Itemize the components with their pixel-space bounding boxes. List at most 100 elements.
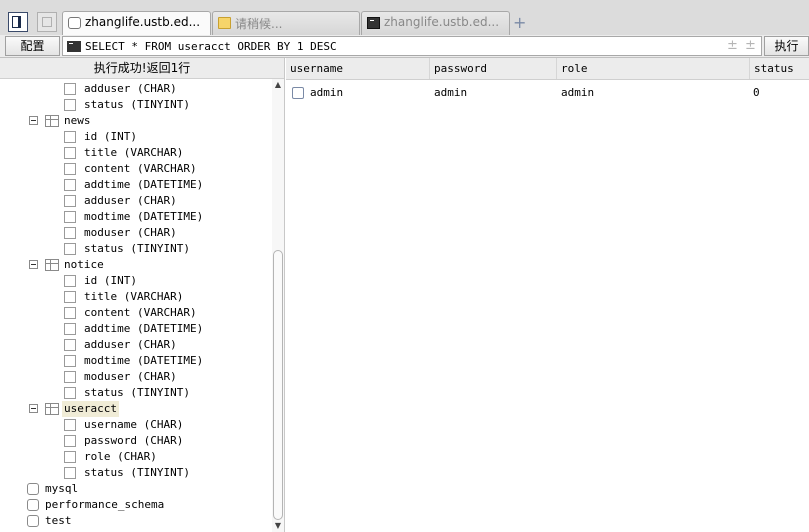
column-label: status (TINYINT) [84, 466, 190, 479]
tab-label: 请稍候... [235, 17, 283, 31]
config-button[interactable]: 配置 [5, 36, 60, 56]
column-icon [64, 243, 76, 255]
column-item[interactable]: adduser (CHAR) [0, 81, 272, 97]
cell-username[interactable]: admin [310, 84, 343, 102]
sql-input[interactable] [85, 37, 705, 55]
column-item[interactable]: addtime (DATETIME) [0, 321, 272, 337]
column-item[interactable]: status (TINYINT) [0, 465, 272, 481]
scroll-up-icon[interactable]: ▲ [272, 79, 284, 91]
database-label: test [45, 514, 72, 527]
column-label: status (TINYINT) [84, 98, 190, 111]
column-icon [64, 147, 76, 159]
panel-toggle-button[interactable] [8, 12, 28, 32]
column-icon [64, 419, 76, 431]
table-icon [45, 115, 59, 127]
column-item[interactable]: addtime (DATETIME) [0, 177, 272, 193]
database-icon [27, 515, 39, 527]
column-item[interactable]: adduser (CHAR) [0, 337, 272, 353]
row-icon [292, 87, 304, 99]
column-item[interactable]: title (VARCHAR) [0, 289, 272, 305]
column-item[interactable]: status (TINYINT) [0, 385, 272, 401]
column-icon [64, 99, 76, 111]
column-icon [64, 195, 76, 207]
tab-db-connection[interactable]: zhanglife.ustb.ed... [62, 11, 211, 36]
column-label: status (TINYINT) [84, 386, 190, 399]
table-icon [45, 403, 59, 415]
column-label: moduser (CHAR) [84, 370, 177, 383]
tree-database-performance-schema[interactable]: performance_schema [0, 497, 272, 513]
add-tab-icon[interactable]: + [513, 13, 526, 32]
column-item[interactable]: moduser (CHAR) [0, 225, 272, 241]
column-icon [64, 291, 76, 303]
column-item[interactable]: content (VARCHAR) [0, 305, 272, 321]
column-item[interactable]: adduser (CHAR) [0, 193, 272, 209]
history-prev-icon[interactable]: ± [727, 38, 738, 53]
terminal-icon [67, 41, 81, 52]
column-item[interactable]: status (TINYINT) [0, 241, 272, 257]
grid-header: username password role status [286, 58, 809, 80]
column-icon [64, 467, 76, 479]
collapse-icon[interactable] [29, 116, 38, 125]
column-item[interactable]: id (INT) [0, 273, 272, 289]
column-label: status (TINYINT) [84, 242, 190, 255]
collapse-icon[interactable] [29, 260, 38, 269]
table-label: notice [64, 258, 104, 271]
column-icon [64, 163, 76, 175]
tab-loading[interactable]: 请稍候... [212, 11, 360, 35]
column-icon [64, 211, 76, 223]
history-next-icon[interactable]: ± [745, 38, 756, 53]
cell-password[interactable]: admin [434, 84, 467, 102]
column-header-status[interactable]: status [750, 58, 809, 79]
tab-label: zhanglife.ustb.ed... [384, 15, 500, 29]
column-item[interactable]: id (INT) [0, 129, 272, 145]
scroll-down-icon[interactable]: ▼ [272, 520, 284, 532]
collapse-icon[interactable] [29, 404, 38, 413]
tree-table-notice[interactable]: notice [0, 257, 272, 273]
cell-role[interactable]: admin [561, 84, 594, 102]
column-icon [64, 275, 76, 287]
window-mode-button[interactable] [37, 12, 57, 32]
column-item[interactable]: modtime (DATETIME) [0, 353, 272, 369]
tree-table-useracct[interactable]: useracct [0, 401, 272, 417]
database-label: performance_schema [45, 498, 165, 511]
column-item[interactable]: role (CHAR) [0, 449, 272, 465]
column-label: role (CHAR) [84, 450, 157, 463]
column-item[interactable]: moduser (CHAR) [0, 369, 272, 385]
column-header-password[interactable]: password [430, 58, 557, 79]
tree-database-mysql[interactable]: mysql [0, 481, 272, 497]
column-label: adduser (CHAR) [84, 194, 177, 207]
tab-terminal[interactable]: zhanglife.ustb.ed... [361, 11, 510, 35]
column-label: adduser (CHAR) [84, 338, 177, 351]
database-icon [68, 17, 81, 29]
column-header-username[interactable]: username [286, 58, 430, 79]
table-icon [45, 259, 59, 271]
column-label: moduser (CHAR) [84, 226, 177, 239]
column-item[interactable]: content (VARCHAR) [0, 161, 272, 177]
column-label: addtime (DATETIME) [84, 178, 204, 191]
column-item[interactable]: username (CHAR) [0, 417, 272, 433]
tree-database-test[interactable]: test [0, 513, 272, 529]
sql-input-box: ± ± [62, 36, 762, 56]
folder-icon [218, 17, 231, 29]
column-label: title (VARCHAR) [84, 290, 184, 303]
tab-bar: zhanglife.ustb.ed... 请稍候... zhanglife.us… [0, 0, 809, 36]
column-label: adduser (CHAR) [84, 82, 177, 95]
tree-table-news[interactable]: news [0, 113, 272, 129]
column-item[interactable]: password (CHAR) [0, 433, 272, 449]
column-header-role[interactable]: role [557, 58, 750, 79]
execute-button[interactable]: 执行 [764, 36, 809, 56]
table-label: news [64, 114, 91, 127]
column-label: username (CHAR) [84, 418, 184, 431]
column-label: modtime (DATETIME) [84, 354, 204, 367]
scrollbar-thumb[interactable] [273, 250, 283, 520]
table-row[interactable]: admin admin admin 0 [286, 84, 809, 102]
database-icon [27, 499, 39, 511]
column-item[interactable]: modtime (DATETIME) [0, 209, 272, 225]
tree-scrollbar[interactable]: ▲ ▼ [272, 79, 284, 532]
column-label: content (VARCHAR) [84, 306, 197, 319]
column-item[interactable]: title (VARCHAR) [0, 145, 272, 161]
column-item[interactable]: status (TINYINT) [0, 97, 272, 113]
column-icon [64, 435, 76, 447]
cell-status[interactable]: 0 [753, 84, 760, 102]
column-icon [64, 371, 76, 383]
